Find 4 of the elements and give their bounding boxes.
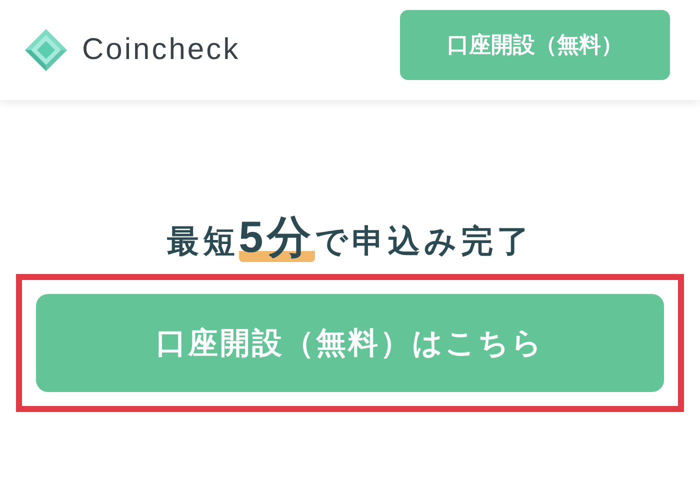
- open-account-button[interactable]: 口座開設（無料）: [400, 10, 670, 80]
- brand-name: Coincheck: [82, 33, 240, 67]
- open-account-button[interactable]: 口座開設（無料）はこちら: [36, 294, 664, 392]
- logo-icon: [24, 28, 68, 72]
